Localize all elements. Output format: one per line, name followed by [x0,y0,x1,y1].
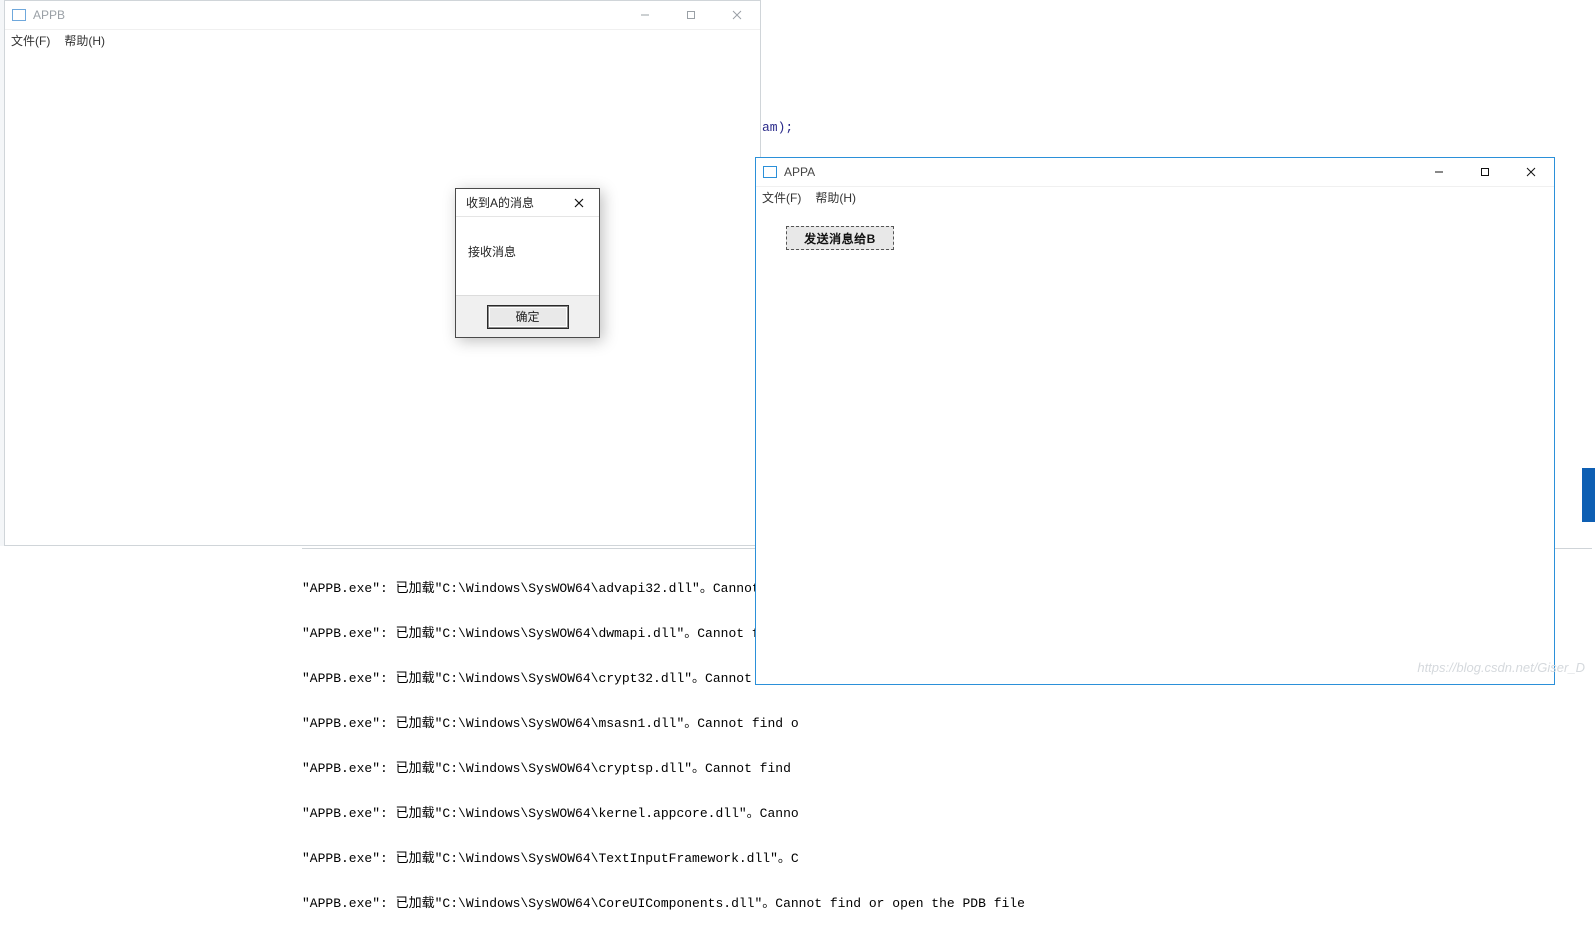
window-title: APPB [33,8,65,22]
maximize-button[interactable] [1462,158,1508,186]
close-button[interactable] [1508,158,1554,186]
code-fragment: am); [762,120,793,135]
close-icon[interactable] [565,198,593,208]
messagebox: 收到A的消息 接收消息 确定 [455,188,600,338]
minimize-button[interactable] [1416,158,1462,186]
output-line: "APPB.exe": 已加载"C:\Windows\SysWOW64\cryp… [302,761,1592,776]
window-title: APPA [784,165,815,179]
window-appa: APPA 文件(F) 帮助(H) 发送消息给B [755,157,1555,685]
app-icon [762,164,778,180]
menu-file[interactable]: 文件(F) [11,32,50,49]
send-message-button[interactable]: 发送消息给B [786,226,894,250]
menubar-appa: 文件(F) 帮助(H) [756,186,1554,208]
close-button[interactable] [714,1,760,29]
output-line: "APPB.exe": 已加载"C:\Windows\SysWOW64\msas… [302,716,1592,731]
window-appb: APPB 文件(F) 帮助(H) [4,0,761,546]
menubar-appb: 文件(F) 帮助(H) [5,29,760,51]
output-line: "APPB.exe": 已加载"C:\Windows\SysWOW64\Core… [302,896,1592,911]
messagebox-text: 接收消息 [456,217,599,260]
titlebar-appa[interactable]: APPA [756,158,1554,186]
app-icon [11,7,27,23]
messagebox-titlebar[interactable]: 收到A的消息 [456,189,599,217]
messagebox-button-row: 确定 [456,295,599,337]
minimize-button[interactable] [622,1,668,29]
messagebox-title: 收到A的消息 [466,194,534,211]
client-area-appa: 发送消息给B [756,208,1554,684]
menu-file[interactable]: 文件(F) [762,189,801,206]
ide-selection-gutter [1582,468,1595,522]
menu-help[interactable]: 帮助(H) [64,32,105,49]
maximize-button[interactable] [668,1,714,29]
titlebar-appb[interactable]: APPB [5,1,760,29]
output-line: "APPB.exe": 已加载"C:\Windows\SysWOW64\kern… [302,806,1592,821]
client-area-appb [5,51,760,545]
output-line: "APPB.exe": 已加载"C:\Windows\SysWOW64\Text… [302,851,1592,866]
ok-button[interactable]: 确定 [488,306,568,328]
menu-help[interactable]: 帮助(H) [815,189,856,206]
